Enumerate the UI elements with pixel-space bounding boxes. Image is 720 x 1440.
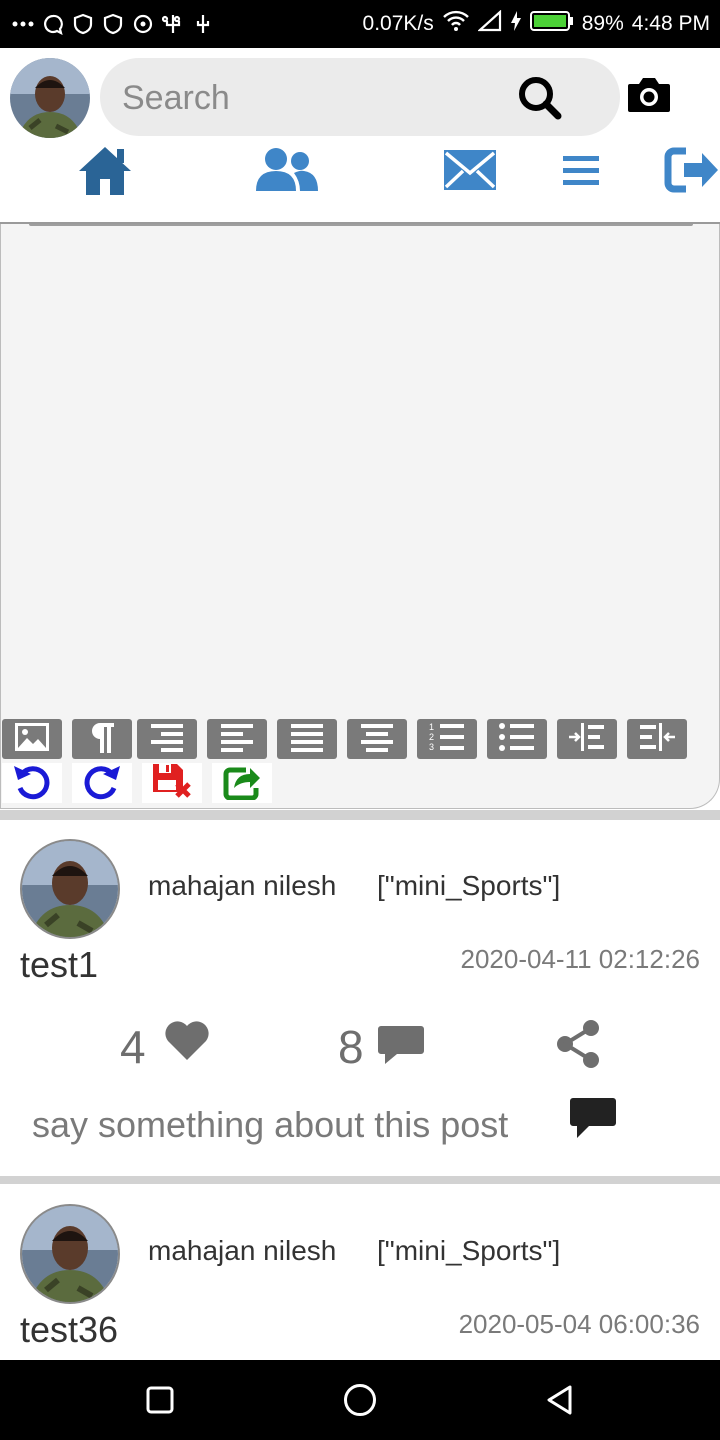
discard-icon: [151, 762, 193, 805]
align-center-button[interactable]: [347, 719, 407, 759]
indent-icon: [568, 722, 606, 757]
vpn-icon: [132, 13, 154, 35]
friends-icon: [254, 145, 320, 200]
comment-input[interactable]: [30, 1098, 554, 1152]
redo-icon: [82, 762, 122, 805]
post-author-avatar[interactable]: [20, 1204, 120, 1304]
svg-text:3: 3: [429, 742, 434, 752]
status-bar: 0.07K/s 89% 4:48 PM: [0, 0, 720, 48]
home-button-icon[interactable]: [343, 1383, 377, 1422]
align-center-icon: [359, 722, 395, 757]
camera-icon[interactable]: [626, 72, 672, 118]
search-input[interactable]: [120, 72, 504, 124]
paragraph-icon: [88, 721, 116, 758]
nav-home[interactable]: [74, 140, 136, 204]
status-icons-left: [12, 8, 214, 40]
post-date: 2020-04-11 02:12:26: [460, 944, 701, 974]
svg-text:1: 1: [429, 722, 434, 732]
like-count: 4: [120, 1021, 146, 1073]
editor-top-line: [29, 224, 693, 226]
home-icon: [77, 143, 133, 202]
insert-image-button[interactable]: [2, 719, 62, 759]
recent-apps-icon[interactable]: [146, 1386, 174, 1419]
outdent-button[interactable]: [627, 719, 687, 759]
profile-avatar[interactable]: [10, 58, 90, 138]
wifi-icon: [442, 10, 470, 38]
image-icon: [14, 722, 50, 757]
send-comment-icon: [569, 1098, 617, 1144]
outdent-icon: [638, 722, 676, 757]
charging-icon: [510, 10, 522, 38]
nav-messages[interactable]: [440, 140, 500, 204]
nav-logout[interactable]: [664, 140, 720, 204]
share-icon: [553, 1020, 603, 1074]
post-date: 2020-05-04 06:00:36: [458, 1309, 700, 1339]
align-right-icon: [149, 722, 185, 757]
ordered-list-icon: 123: [428, 721, 466, 758]
messages-icon: [443, 147, 497, 198]
battery-percent: 89%: [581, 12, 624, 35]
svg-text:2: 2: [429, 732, 434, 742]
justify-icon: [289, 722, 325, 757]
redo-button[interactable]: [72, 763, 132, 803]
comments-button[interactable]: [377, 1024, 425, 1071]
post-divider: [0, 1176, 720, 1184]
like-button[interactable]: [163, 1018, 211, 1067]
undo-icon: [12, 762, 52, 805]
comment-count: 8: [338, 1021, 364, 1073]
indent-button[interactable]: [557, 719, 617, 759]
back-icon[interactable]: [544, 1384, 576, 1421]
align-left-button[interactable]: [207, 719, 267, 759]
post-category: ["mini_Sports"]: [377, 870, 561, 901]
share-post-icon: [222, 762, 262, 805]
share-button[interactable]: [553, 1018, 603, 1075]
post-category: ["mini_Sports"]: [377, 1235, 561, 1266]
post-title[interactable]: test1: [20, 944, 98, 986]
undo-button[interactable]: [2, 763, 62, 803]
post-author-name[interactable]: mahajan nilesh: [148, 1235, 336, 1267]
unordered-list-button[interactable]: [487, 719, 547, 759]
usb-debug-icon: [192, 13, 214, 35]
shield-outline-icon: [102, 13, 124, 35]
network-speed: 0.07K/s: [362, 12, 434, 35]
signal-icon: [476, 9, 502, 38]
align-right-button[interactable]: [137, 719, 197, 759]
search-icon[interactable]: [516, 74, 564, 122]
system-navigation-bar: [0, 1360, 720, 1440]
post-author-name[interactable]: mahajan nilesh: [148, 870, 336, 902]
ordered-list-button[interactable]: 123: [417, 719, 477, 759]
justify-button[interactable]: [277, 719, 337, 759]
usb-icon: [162, 13, 184, 35]
logout-icon: [664, 145, 720, 200]
post-title[interactable]: test36: [20, 1309, 118, 1351]
section-divider: [0, 810, 720, 820]
discard-button[interactable]: [142, 763, 202, 803]
comment-icon: [377, 1026, 425, 1070]
shield-icon: [72, 13, 94, 35]
align-left-icon: [219, 722, 255, 757]
nav-friends[interactable]: [252, 140, 322, 204]
send-comment-button[interactable]: [569, 1096, 617, 1145]
chat-bubble-icon: [42, 13, 64, 35]
menu-icon: [561, 153, 601, 192]
unordered-list-icon: [498, 721, 536, 758]
nav-menu[interactable]: [558, 140, 604, 204]
share-post-button[interactable]: [212, 763, 272, 803]
search-bar[interactable]: [100, 58, 620, 136]
heart-icon: [163, 1021, 211, 1066]
more-dots-icon: [12, 13, 34, 35]
paragraph-button[interactable]: [72, 719, 132, 759]
status-icons-right: 0.07K/s 89% 4:48 PM: [363, 0, 710, 48]
clock: 4:48 PM: [631, 12, 710, 35]
post-author-avatar[interactable]: [20, 839, 120, 939]
battery-icon: [529, 10, 574, 38]
